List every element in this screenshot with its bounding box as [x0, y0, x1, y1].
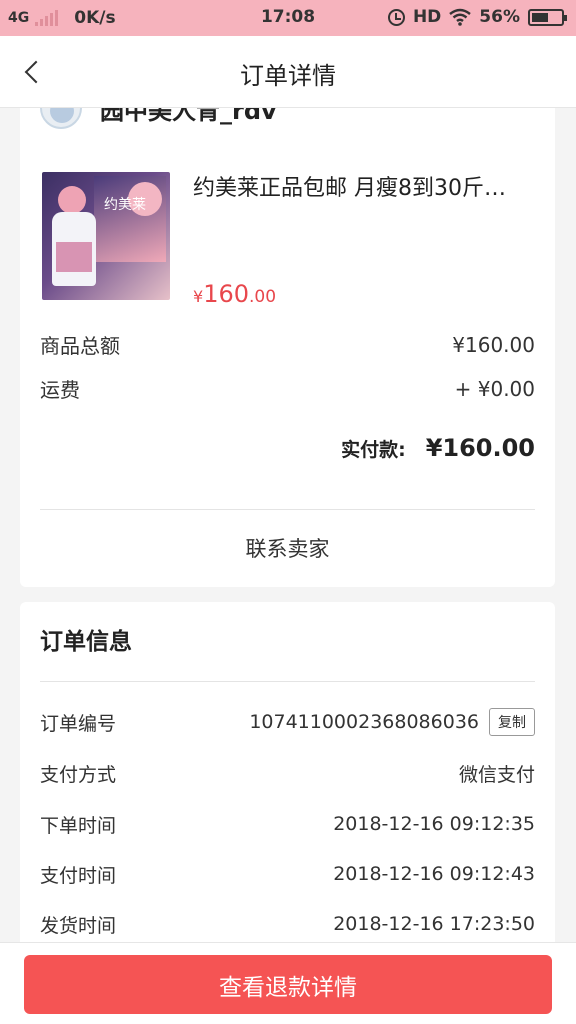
price-currency: ¥ — [193, 287, 204, 306]
page-title: 订单详情 — [240, 62, 336, 90]
shipping-time-value: 2018-12-16 17:23:50 — [333, 913, 535, 935]
hd-indicator: HD — [412, 7, 442, 27]
product-bottle — [52, 212, 96, 286]
product-image[interactable]: 约美莱 — [42, 172, 170, 300]
product-price: ¥160.00 — [193, 280, 276, 308]
bottom-bar: 查看退款详情 — [0, 942, 576, 1024]
order-info-card: 订单信息 订单编号 1074110002368086036 复制 支付方式 微信… — [20, 602, 555, 962]
battery-percent: 56% — [479, 7, 520, 27]
view-refund-details-button[interactable]: 查看退款详情 — [24, 955, 552, 1014]
goods-total-label: 商品总额 — [40, 334, 120, 358]
price-decimal: .00 — [249, 287, 277, 307]
contact-seller-button[interactable]: 联系卖家 — [20, 510, 555, 586]
order-info-title: 订单信息 — [40, 629, 132, 655]
order-time-value: 2018-12-16 09:12:35 — [333, 813, 535, 835]
rose-decoration — [58, 186, 86, 214]
order-number-value: 1074110002368086036 — [249, 711, 479, 733]
shipping-time-label: 发货时间 — [40, 914, 117, 937]
goods-total-value: ¥160.00 — [452, 332, 535, 357]
product-title[interactable]: 约美莱正品包邮 月瘦8到30斤… — [193, 170, 538, 202]
nav-bar: 订单详情 — [0, 36, 576, 108]
order-number-label: 订单编号 — [40, 712, 117, 735]
shipping-time-row: 发货时间 2018-12-16 17:23:50 — [40, 904, 535, 944]
alarm-icon — [387, 8, 405, 26]
paid-label: 实付款: — [341, 438, 406, 461]
order-time-label: 下单时间 — [40, 814, 117, 837]
paid-amount: ¥160.00 — [425, 434, 535, 462]
payment-time-row: 支付时间 2018-12-16 09:12:43 — [40, 854, 535, 894]
payment-time-value: 2018-12-16 09:12:43 — [333, 863, 535, 885]
order-card: 园中美人青_rdv 约美莱 约美莱正品包邮 月瘦8到30斤… ¥160.00 商… — [20, 90, 555, 587]
shipping-label: 运费 — [40, 378, 80, 402]
battery-fill — [532, 12, 548, 22]
divider — [40, 681, 535, 682]
payment-method-row: 支付方式 微信支付 — [40, 753, 535, 793]
payment-method-label: 支付方式 — [40, 763, 117, 786]
shipping-row: 运费 + ¥0.00 — [40, 374, 535, 403]
product-brand-text: 约美莱 — [104, 197, 146, 213]
price-integer: 160 — [203, 280, 249, 308]
order-time-row: 下单时间 2018-12-16 09:12:35 — [40, 804, 535, 844]
status-bar: 4G 0K/s 17:08 HD 56% — [0, 0, 576, 36]
wifi-icon — [449, 8, 472, 26]
payment-method-value: 微信支付 — [458, 763, 535, 786]
battery-icon — [528, 8, 567, 26]
paid-row: 实付款: ¥160.00 — [40, 434, 535, 462]
goods-total-row: 商品总额 ¥160.00 — [40, 330, 535, 359]
payment-time-label: 支付时间 — [40, 864, 117, 887]
order-number-row: 订单编号 1074110002368086036 复制 — [40, 702, 535, 742]
shipping-value: + ¥0.00 — [454, 376, 535, 401]
order-number-value-wrap: 1074110002368086036 复制 — [249, 708, 535, 736]
status-right: HD 56% — [387, 7, 567, 27]
copy-button[interactable]: 复制 — [489, 708, 535, 736]
